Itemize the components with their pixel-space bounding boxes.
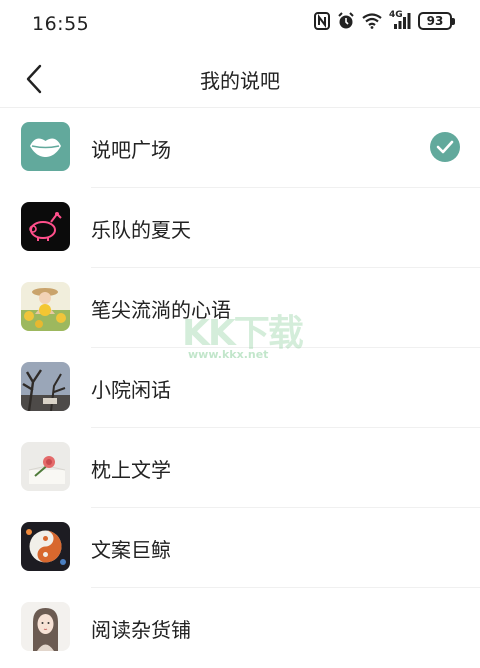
wifi-icon [362,13,382,29]
alarm-icon [337,12,355,30]
list-item-label: 文案巨鲸 [91,538,171,562]
nfc-icon [314,12,330,30]
status-icons: 4G 93 [314,10,455,30]
list-item-label: 阅读杂货铺 [91,618,191,642]
list-item-shuoba-square[interactable]: 说吧广场 [0,108,480,188]
list-item-label: 笔尖流淌的心语 [91,298,231,322]
cellular-signal-icon: 4G [389,10,411,30]
list-item-label: 枕上文学 [91,458,171,482]
pig-neon-logo-icon [21,202,70,251]
list-item-band-summer[interactable]: 乐队的夏天 [0,188,480,268]
channel-list: 说吧广场 乐队的夏天 笔尖流淌的心语 小院闲话 枕上文学 文案巨鲸 阅读杂货铺 [0,108,480,668]
list-item-small-courtyard[interactable]: 小院闲话 [0,348,480,428]
list-item-label: 乐队的夏天 [91,218,191,242]
check-icon [430,132,460,162]
girl-illustration [21,602,70,651]
list-item-copy-whale[interactable]: 文案巨鲸 [0,508,480,588]
courtyard-tree-photo [21,362,70,411]
list-item-label: 说吧广场 [91,138,171,162]
status-time: 16:55 [32,13,90,35]
list-item-pen-heart[interactable]: 笔尖流淌的心语 [0,268,480,348]
girl-sunflowers-photo [21,282,70,331]
list-item-pillow-literature[interactable]: 枕上文学 [0,428,480,508]
navigation-bar: 我的说吧 [0,50,480,108]
rose-book-photo [21,442,70,491]
status-bar: 16:55 4G 93 [0,0,480,48]
battery-icon: 93 [418,12,455,30]
yin-yang-art [21,522,70,571]
page-title: 我的说吧 [200,69,280,93]
list-item-label: 小院闲话 [91,378,171,402]
lips-logo-icon [21,122,70,171]
list-item-reading-shop[interactable]: 阅读杂货铺 [0,588,480,668]
